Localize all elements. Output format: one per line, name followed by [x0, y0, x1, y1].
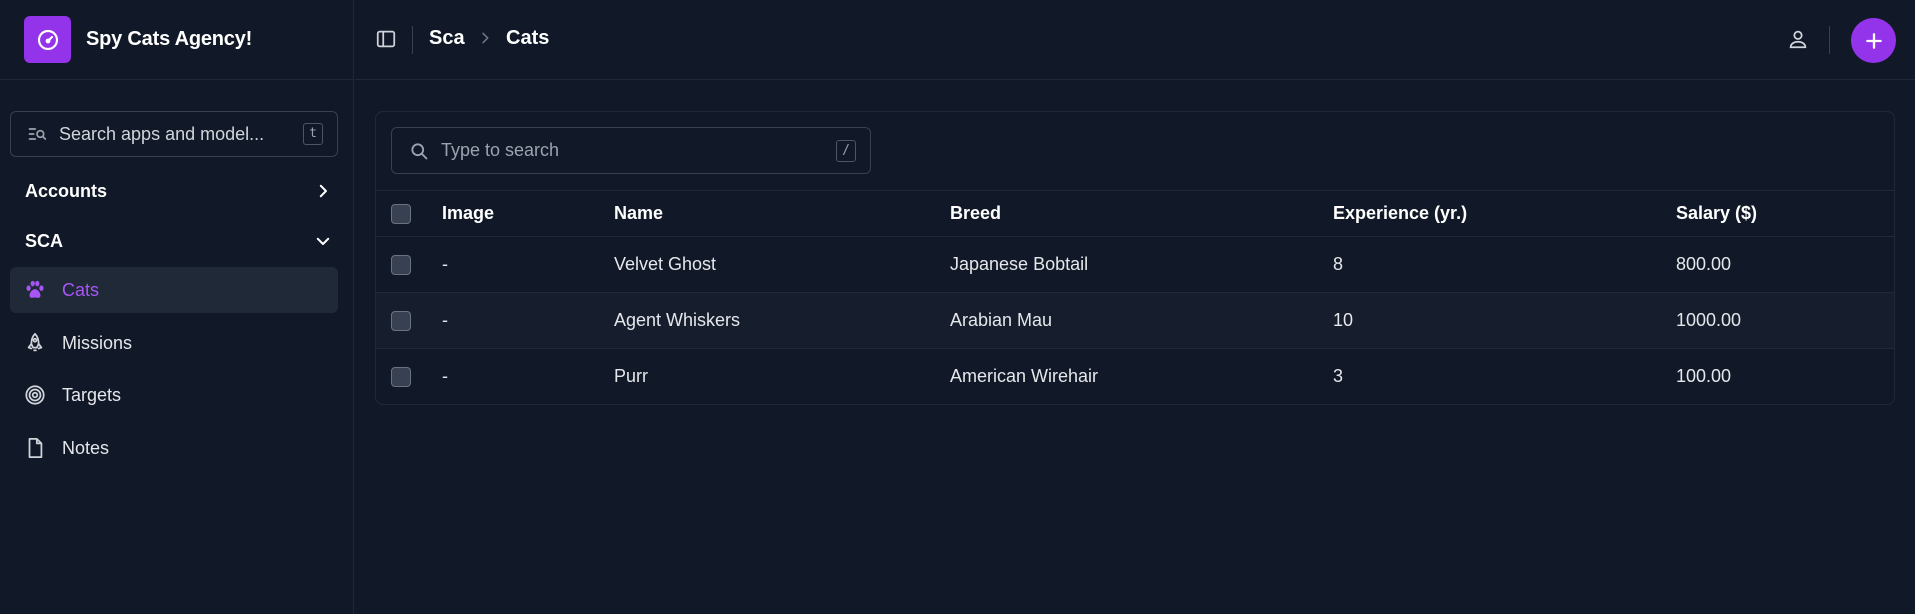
- paw-icon: [24, 279, 46, 301]
- row-checkbox[interactable]: [391, 367, 411, 388]
- sidebar-search-shortcut: t: [303, 123, 323, 145]
- sidebar-group-sca[interactable]: SCA: [0, 221, 354, 261]
- sidebar-item-missions[interactable]: Missions: [10, 320, 338, 366]
- select-all-checkbox[interactable]: [391, 204, 411, 225]
- table-row[interactable]: - Agent Whiskers Arabian Mau 10 1000.00: [376, 292, 1894, 349]
- brand-name: Spy Cats Agency!: [86, 28, 253, 50]
- add-button[interactable]: [1851, 18, 1896, 63]
- divider: [1829, 26, 1830, 54]
- column-header-salary[interactable]: Salary ($): [1676, 190, 1894, 237]
- table-search-shortcut: /: [836, 139, 856, 162]
- cell-salary: 800.00: [1676, 236, 1894, 293]
- breadcrumb-cats: Cats: [506, 27, 550, 49]
- column-header-experience[interactable]: Experience (yr.): [1333, 190, 1676, 237]
- cell-experience: 3: [1333, 366, 1344, 387]
- sidebar-item-targets[interactable]: Targets: [10, 372, 338, 418]
- plus-icon: [1864, 31, 1884, 51]
- sidebar-search-placeholder: Search apps and model...: [59, 123, 265, 144]
- cell-experience: 8: [1333, 236, 1676, 293]
- row-checkbox[interactable]: [391, 311, 411, 332]
- cats-table-card: / Image Name Breed Experience (yr.) Sala…: [375, 111, 1895, 405]
- chevron-right-icon: [477, 30, 493, 46]
- cell-image: -: [442, 236, 614, 293]
- sidebar-item-label: Missions: [62, 332, 133, 353]
- cell-breed: Arabian Mau: [950, 292, 1333, 349]
- column-header-breed[interactable]: Breed: [950, 190, 1333, 237]
- cell-name: Purr: [614, 366, 649, 387]
- search-icon: [409, 141, 429, 161]
- sidebar-group-accounts[interactable]: Accounts: [0, 171, 354, 211]
- sidebar-group-label: SCA: [25, 230, 64, 251]
- table-search[interactable]: /: [391, 127, 871, 174]
- breadcrumb-sca[interactable]: Sca: [429, 27, 465, 50]
- column-header-image[interactable]: Image: [442, 190, 614, 237]
- target-icon: [24, 384, 46, 406]
- sidebar-search[interactable]: Search apps and model... t: [10, 111, 338, 157]
- user-icon[interactable]: [1787, 28, 1809, 50]
- sidebar: Spy Cats Agency! Search apps and model..…: [0, 0, 354, 614]
- table-search-input[interactable]: [441, 140, 837, 161]
- cell-name: Agent Whiskers: [614, 292, 950, 349]
- cell-image: -: [442, 292, 614, 349]
- chevron-down-icon: [314, 232, 332, 250]
- sidebar-toggle-icon[interactable]: [374, 27, 398, 51]
- chevron-right-icon: [314, 182, 332, 200]
- top-bar: Sca Cats: [355, 0, 1915, 80]
- sidebar-item-label: Cats: [62, 279, 100, 300]
- search-list-icon: [27, 124, 47, 144]
- cell-salary: 100.00: [1676, 366, 1732, 387]
- rocket-icon: [24, 332, 46, 354]
- table-row[interactable]: - Velvet Ghost Japanese Bobtail 8 800.00: [376, 236, 1894, 293]
- cell-breed: Japanese Bobtail: [950, 236, 1333, 293]
- cell-experience: 10: [1333, 292, 1676, 349]
- file-icon: [24, 437, 46, 459]
- sidebar-group-label: Accounts: [25, 180, 108, 201]
- table-row[interactable]: - Purr American Wirehair 3 100.00: [376, 349, 1894, 405]
- row-checkbox[interactable]: [391, 255, 411, 276]
- brand: Spy Cats Agency!: [0, 0, 353, 80]
- sidebar-item-notes[interactable]: Notes: [10, 425, 338, 471]
- table-header-row: Image Name Breed Experience (yr.) Salary…: [376, 190, 1894, 237]
- cell-breed: American Wirehair: [950, 366, 1099, 387]
- column-header-name[interactable]: Name: [614, 190, 950, 237]
- sidebar-item-label: Notes: [62, 437, 110, 458]
- sidebar-item-cats[interactable]: Cats: [10, 267, 338, 313]
- cell-salary: 1000.00: [1676, 292, 1894, 349]
- gauge-icon[interactable]: [24, 16, 71, 63]
- sidebar-item-label: Targets: [62, 384, 122, 405]
- divider: [412, 26, 413, 54]
- cell-name: Velvet Ghost: [614, 236, 950, 293]
- cell-image: -: [442, 366, 448, 387]
- cats-table: Image Name Breed Experience (yr.) Salary…: [376, 190, 1894, 405]
